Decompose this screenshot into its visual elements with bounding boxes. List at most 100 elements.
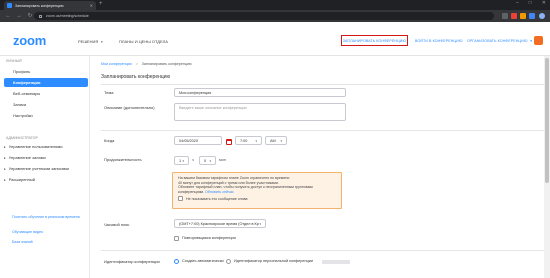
sidebar-item-label: Управление залами bbox=[8, 155, 46, 160]
knowledge-base-link[interactable]: База знаний bbox=[12, 240, 82, 245]
calendar-icon[interactable] bbox=[226, 139, 232, 145]
new-tab-button[interactable]: + bbox=[99, 1, 103, 7]
join-meeting-link[interactable]: ВОЙТИ В КОНФЕРЕНЦИЮ bbox=[415, 39, 463, 43]
breadcrumb-my-meetings[interactable]: Мои конференции bbox=[101, 62, 132, 66]
reload-icon[interactable]: ↻ bbox=[27, 13, 33, 19]
divider bbox=[101, 250, 544, 251]
schedule-meeting-link[interactable]: ЗАПЛАНИРОВАТЬ КОНФЕРЕНЦИЮ bbox=[341, 35, 408, 46]
sidebar-item-recordings[interactable]: Записи bbox=[4, 100, 88, 109]
hours-value: 1 bbox=[179, 158, 182, 163]
host-label: ОРГАНИЗОВАТЬ КОНФЕРЕНЦИЮ bbox=[467, 39, 528, 43]
sidebar-item-room-management[interactable]: ▸ Управление залами bbox=[4, 155, 46, 160]
nav-plans[interactable]: ПЛАНЫ И ЦЕНЫ ОТДЕЛА bbox=[119, 39, 168, 44]
date-input[interactable]: 04/05/2020 bbox=[174, 136, 222, 145]
description-textarea[interactable]: Введите ваше описание конференции bbox=[174, 103, 346, 121]
dont-show-label: Не показывать это сообщение снова bbox=[186, 196, 248, 201]
tab-title: Запланировать конференцию bbox=[15, 3, 64, 8]
page-title: Запланировать конференцию bbox=[101, 74, 171, 80]
recurring-label: Повторяющаяся конференция bbox=[182, 236, 236, 240]
sidebar-item-user-management[interactable]: ▸ Управление пользователями bbox=[4, 144, 62, 149]
recurring-checkbox[interactable] bbox=[174, 236, 179, 241]
sidebar-item-label: Управление пользователями bbox=[8, 144, 63, 149]
minutes-select[interactable]: 0 ▾ bbox=[199, 156, 216, 165]
video-tutorials-link[interactable]: Обучающие видео bbox=[12, 230, 82, 235]
scrollbar-thumb[interactable] bbox=[545, 58, 549, 183]
zoom-logo[interactable]: zoom bbox=[13, 33, 46, 48]
extension-icon[interactable] bbox=[520, 13, 526, 19]
browser-tab-bar: Запланировать конференцию ✕ + – □ ✕ bbox=[0, 0, 550, 10]
sidebar-item-profile[interactable]: Профиль bbox=[4, 67, 88, 76]
caret-right-icon: ▸ bbox=[4, 144, 6, 149]
url-text: zoom.us/meeting/schedule bbox=[46, 14, 89, 18]
minutes-value: 0 bbox=[204, 158, 207, 163]
sidebar-item-label: Управление учетными записями bbox=[8, 166, 69, 171]
site-header: zoom РЕШЕНИЯ ▼ ПЛАНЫ И ЦЕНЫ ОТДЕЛА ЗАПЛА… bbox=[0, 22, 550, 56]
meeting-id-personal-label: Идентификатор персональной конференции bbox=[234, 259, 314, 263]
description-label: Описание (дополнительно) bbox=[104, 105, 155, 110]
chevron-down-icon: ▾ bbox=[209, 158, 211, 163]
maximize-icon[interactable]: □ bbox=[529, 0, 532, 6]
timezone-select[interactable]: (GMT+7:00) Красноярское время (Отдел в К… bbox=[174, 219, 266, 228]
topic-label: Тема bbox=[104, 90, 114, 95]
when-label: Когда bbox=[104, 138, 115, 143]
profile-icon[interactable] bbox=[539, 13, 545, 19]
sidebar: ЛИЧНЫЙ Профиль Конференции Веб-семинары … bbox=[0, 56, 90, 278]
url-field[interactable]: zoom.us/meeting/schedule bbox=[34, 12, 494, 20]
meeting-id-auto-radio[interactable] bbox=[174, 259, 179, 264]
topic-input[interactable]: Моя конференция bbox=[174, 88, 346, 97]
close-window-icon[interactable]: ✕ bbox=[542, 0, 546, 6]
address-bar: ← → ↻ zoom.us/meeting/schedule bbox=[0, 10, 550, 22]
caret-right-icon: ▸ bbox=[4, 155, 6, 160]
sidebar-item-account-management[interactable]: ▸ Управление учетными записями bbox=[4, 166, 69, 171]
breadcrumb: Мои конференции > Запланировать конферен… bbox=[101, 62, 192, 66]
timezone-value: (GMT+7:00) Красноярское время (Отдел в К… bbox=[179, 221, 259, 226]
meeting-id-personal-radio[interactable] bbox=[226, 259, 231, 264]
chevron-down-icon: ▾ bbox=[182, 158, 184, 163]
sidebar-section-personal: ЛИЧНЫЙ bbox=[6, 59, 22, 63]
minimize-icon[interactable]: – bbox=[516, 0, 519, 6]
nav-solutions[interactable]: РЕШЕНИЯ ▼ bbox=[78, 39, 103, 44]
back-icon[interactable]: ← bbox=[5, 13, 11, 19]
chevron-down-icon: ▾ bbox=[255, 138, 257, 143]
sidebar-item-advanced[interactable]: ▸ Расширенный bbox=[4, 177, 35, 182]
chevron-down-icon: ▾ bbox=[259, 221, 261, 226]
forward-icon[interactable]: → bbox=[16, 13, 22, 19]
sidebar-item-meetings[interactable]: Конференции bbox=[4, 78, 88, 87]
extension-icon[interactable] bbox=[511, 13, 517, 19]
tab-close-icon[interactable]: ✕ bbox=[90, 3, 93, 8]
warning-text-line: конференциям. Обновить сейчас bbox=[178, 190, 336, 195]
browser-tab[interactable]: Запланировать конференцию ✕ bbox=[4, 1, 96, 10]
zoom-favicon-icon bbox=[7, 3, 12, 8]
time-value: 7:00 bbox=[240, 138, 248, 143]
sidebar-item-label: Расширенный bbox=[8, 177, 35, 182]
time-select[interactable]: 7:00 ▾ bbox=[235, 136, 262, 145]
redacted-id bbox=[322, 260, 350, 264]
host-meeting-link[interactable]: ОРГАНИЗОВАТЬ КОНФЕРЕНЦИЮ ▼ bbox=[467, 39, 533, 43]
dont-show-checkbox[interactable] bbox=[178, 196, 183, 202]
divider bbox=[101, 84, 544, 85]
ampm-value: AM bbox=[270, 138, 276, 143]
sidebar-item-webinars[interactable]: Веб-семинары bbox=[4, 89, 88, 98]
breadcrumb-current: Запланировать конференцию bbox=[141, 62, 192, 66]
warning-text: конференциям. bbox=[178, 189, 205, 194]
live-training-link[interactable]: Посетить обучение в реальном времени bbox=[12, 215, 82, 220]
breadcrumb-separator: > bbox=[135, 62, 138, 66]
ampm-select[interactable]: AM ▾ bbox=[265, 136, 287, 145]
window-controls: – □ ✕ bbox=[516, 0, 546, 6]
timezone-label: Часовой пояс bbox=[104, 222, 130, 227]
chevron-down-icon: ▼ bbox=[529, 39, 533, 43]
page-scrollbar[interactable] bbox=[544, 56, 550, 278]
duration-label: Продолжительность bbox=[104, 157, 142, 162]
warning-dismiss-row: Не показывать это сообщение снова bbox=[178, 196, 336, 202]
hours-select[interactable]: 1 ▾ bbox=[174, 156, 189, 165]
divider bbox=[101, 130, 544, 131]
sidebar-item-settings[interactable]: Настройки bbox=[4, 111, 88, 120]
extension-icon[interactable] bbox=[502, 13, 508, 19]
caret-right-icon: ▸ bbox=[4, 166, 6, 171]
hours-unit: ч bbox=[192, 158, 194, 162]
upgrade-now-link[interactable]: Обновить сейчас bbox=[205, 190, 234, 194]
minutes-unit: мин bbox=[219, 158, 226, 162]
avatar[interactable] bbox=[534, 36, 543, 45]
extension-icon[interactable] bbox=[529, 13, 535, 19]
chevron-down-icon: ▾ bbox=[280, 138, 282, 143]
